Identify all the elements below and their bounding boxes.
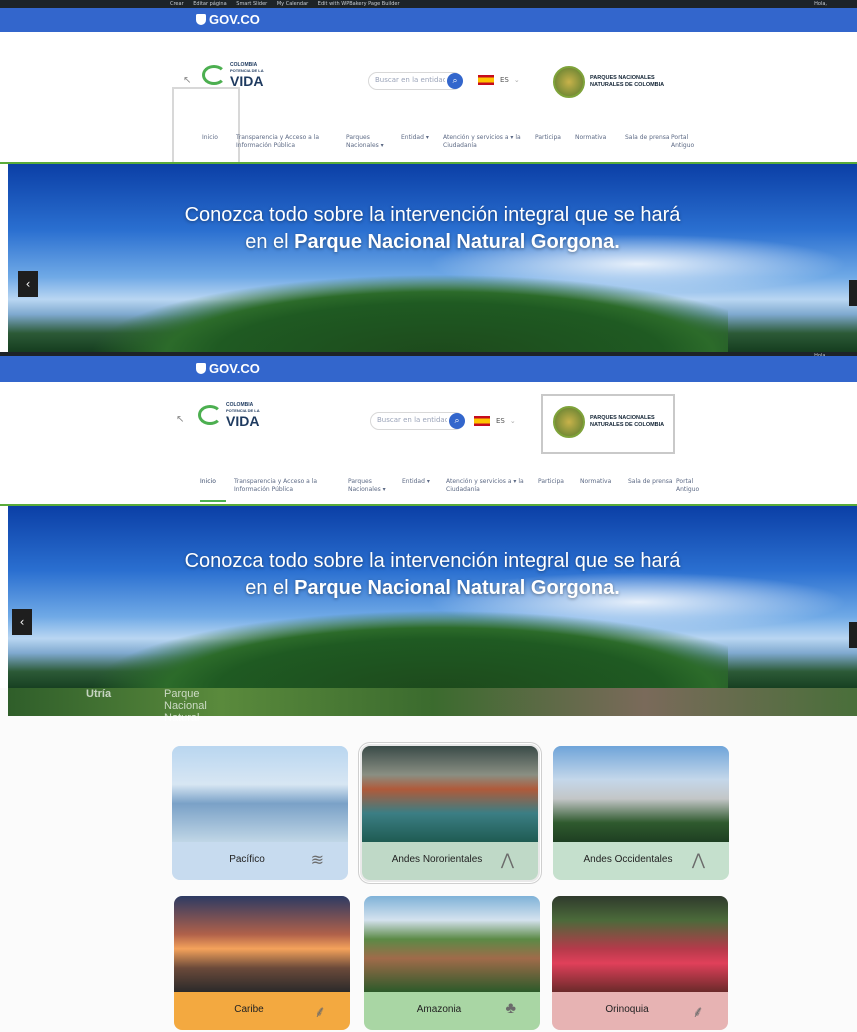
gov-logo-2[interactable]: GOV.CO [196, 361, 260, 376]
nav-participa[interactable]: Participa [535, 134, 575, 150]
mountain-icon: ⋀ [500, 852, 514, 869]
spain-flag-icon [478, 75, 494, 85]
search-input[interactable]: Buscar en la entidad [375, 76, 445, 84]
nav-parques[interactable]: Parques Nacionales ▾ [346, 134, 401, 150]
island-image [88, 274, 728, 352]
region-card-caribe[interactable]: Caribe ⸙ [174, 896, 350, 1030]
wp-calendar[interactable]: My Calendar [277, 1, 308, 7]
screenshot-top: Crear Editar página Smart Slider My Cale… [0, 0, 857, 352]
orinoquia-image [552, 896, 728, 992]
cursor-icon: ↖ [183, 75, 192, 86]
nav-portal-antiguo-2[interactable]: Portal Antiguo [676, 478, 712, 494]
gov-bar: GOV.CO [0, 8, 857, 32]
secondary-slide-strip: Parque Nacional Natural Utría [8, 688, 857, 724]
language-selector-2[interactable]: ES ⌄ [474, 416, 516, 426]
caribe-image [174, 896, 350, 992]
hero-slider-2: Conozca todo sobre la intervención integ… [8, 506, 857, 690]
palms-icon: ⸙ [313, 1004, 326, 1021]
region-card-orinoquia[interactable]: Orinoquia ⸙ [552, 896, 728, 1030]
nav-sala-prensa[interactable]: Sala de prensa [625, 134, 671, 150]
wp-editar-pagina[interactable]: Editar página [193, 1, 226, 7]
region-card-andes-nororientales[interactable]: Andes Nororientales ⋀ [360, 744, 540, 882]
search-box[interactable]: Buscar en la entidad ⌕ [368, 72, 463, 90]
slider-next-button-2[interactable] [849, 622, 857, 648]
pacifico-image [172, 746, 348, 842]
hero-heading: Conozca todo sobre la intervención integ… [184, 204, 681, 253]
search-input-2[interactable]: Buscar en la entidad [377, 416, 447, 424]
waves-icon [198, 405, 222, 425]
waves-icon: ≋ [310, 852, 324, 869]
site-header: COLOMBIA POTENCIA DE LA VIDA ↖ Buscar en… [0, 32, 857, 167]
andes-nororientales-image [362, 746, 538, 842]
shield-icon [196, 363, 206, 374]
nav-transparencia-2[interactable]: Transparencia y Acceso a la Información … [234, 478, 348, 494]
nav-inicio-2[interactable]: Inicio [200, 478, 234, 502]
shield-icon [196, 14, 206, 25]
andes-occidentales-image [553, 746, 729, 842]
wp-admin-bar: Crear Editar página Smart Slider My Cale… [0, 0, 857, 8]
nav-participa-2[interactable]: Participa [538, 478, 580, 494]
colombia-vida-logo[interactable]: COLOMBIA POTENCIA DE LA VIDA [202, 62, 264, 88]
search-box-2[interactable]: Buscar en la entidad ⌕ [370, 412, 465, 430]
hover-outline [172, 87, 240, 167]
nav-parques-2[interactable]: Parques Nacionales ▾ [348, 478, 402, 494]
search-icon[interactable]: ⌕ [449, 413, 465, 429]
nav-sala-prensa-2[interactable]: Sala de prensa [628, 478, 676, 494]
slider-prev-button[interactable]: ‹ [18, 271, 38, 297]
seal-icon [553, 66, 585, 98]
gov-logo[interactable]: GOV.CO [196, 12, 260, 27]
nav-normativa[interactable]: Normativa [575, 134, 625, 150]
regions-section: Parque Nacional Natural Utría Pacífico ≋ … [0, 688, 857, 1032]
hero-slider: Conozca todo sobre la intervención integ… [8, 164, 857, 352]
region-card-amazonia[interactable]: Amazonia ♣ [364, 896, 540, 1030]
wp-smart-slider[interactable]: Smart Slider [236, 1, 267, 7]
nav-atencion-2[interactable]: Atención y servicios a ▾ la Ciudadanía [446, 478, 538, 494]
seal-icon [553, 406, 585, 438]
region-card-pacifico[interactable]: Pacífico ≋ [172, 746, 348, 880]
mountain-icon: ⋀ [691, 852, 705, 869]
wp-wpbakery[interactable]: Edit with WPBakery Page Builder [318, 1, 400, 7]
tree-icon: ♣ [505, 1000, 517, 1017]
main-nav: Inicio Transparencia y Acceso a la Infor… [202, 134, 707, 150]
nav-entidad[interactable]: Entidad ▾ [401, 134, 443, 150]
wp-greeting[interactable]: Hola, [814, 0, 827, 8]
screenshot-middle: Hola, GOV.CO ↖ COLOMBIA POTENCIA DE LA V… [0, 352, 857, 690]
palms-icon: ⸙ [691, 1004, 704, 1021]
gov-bar-2: GOV.CO [0, 356, 857, 382]
search-icon[interactable]: ⌕ [447, 73, 463, 89]
hero-heading-2: Conozca todo sobre la intervención integ… [184, 550, 681, 599]
nav-entidad-2[interactable]: Entidad ▾ [402, 478, 446, 494]
slider-next-button[interactable] [849, 280, 857, 306]
waves-icon [202, 65, 226, 85]
wp-crear[interactable]: Crear [170, 1, 184, 7]
nav-normativa-2[interactable]: Normativa [580, 478, 628, 494]
colombia-vida-logo-2[interactable]: COLOMBIA POTENCIA DE LA VIDA [198, 402, 260, 428]
language-selector[interactable]: ES ⌄ [478, 75, 520, 85]
amazonia-image [364, 896, 540, 992]
nav-atencion[interactable]: Atención y servicios a ▾ la Ciudadanía [443, 134, 535, 150]
nav-inicio[interactable]: Inicio [202, 134, 236, 150]
site-header-2: ↖ COLOMBIA POTENCIA DE LA VIDA Buscar en… [0, 382, 857, 504]
parques-nacionales-logo[interactable]: PARQUES NACIONALES NATURALES DE COLOMBIA [553, 66, 664, 98]
parques-nacionales-logo-2[interactable]: PARQUES NACIONALES NATURALES DE COLOMBIA [553, 406, 664, 438]
nav-portal-antiguo[interactable]: Portal Antiguo [671, 134, 707, 150]
nav-transparencia[interactable]: Transparencia y Acceso a la Información … [236, 134, 346, 150]
cursor-icon: ↖ [176, 414, 185, 425]
main-nav-2: Inicio Transparencia y Acceso a la Infor… [200, 478, 712, 502]
island-image [88, 610, 728, 690]
region-card-andes-occidentales[interactable]: Andes Occidentales ⋀ [553, 746, 729, 880]
slider-prev-button-2[interactable]: ‹ [12, 609, 32, 635]
spain-flag-icon [474, 416, 490, 426]
